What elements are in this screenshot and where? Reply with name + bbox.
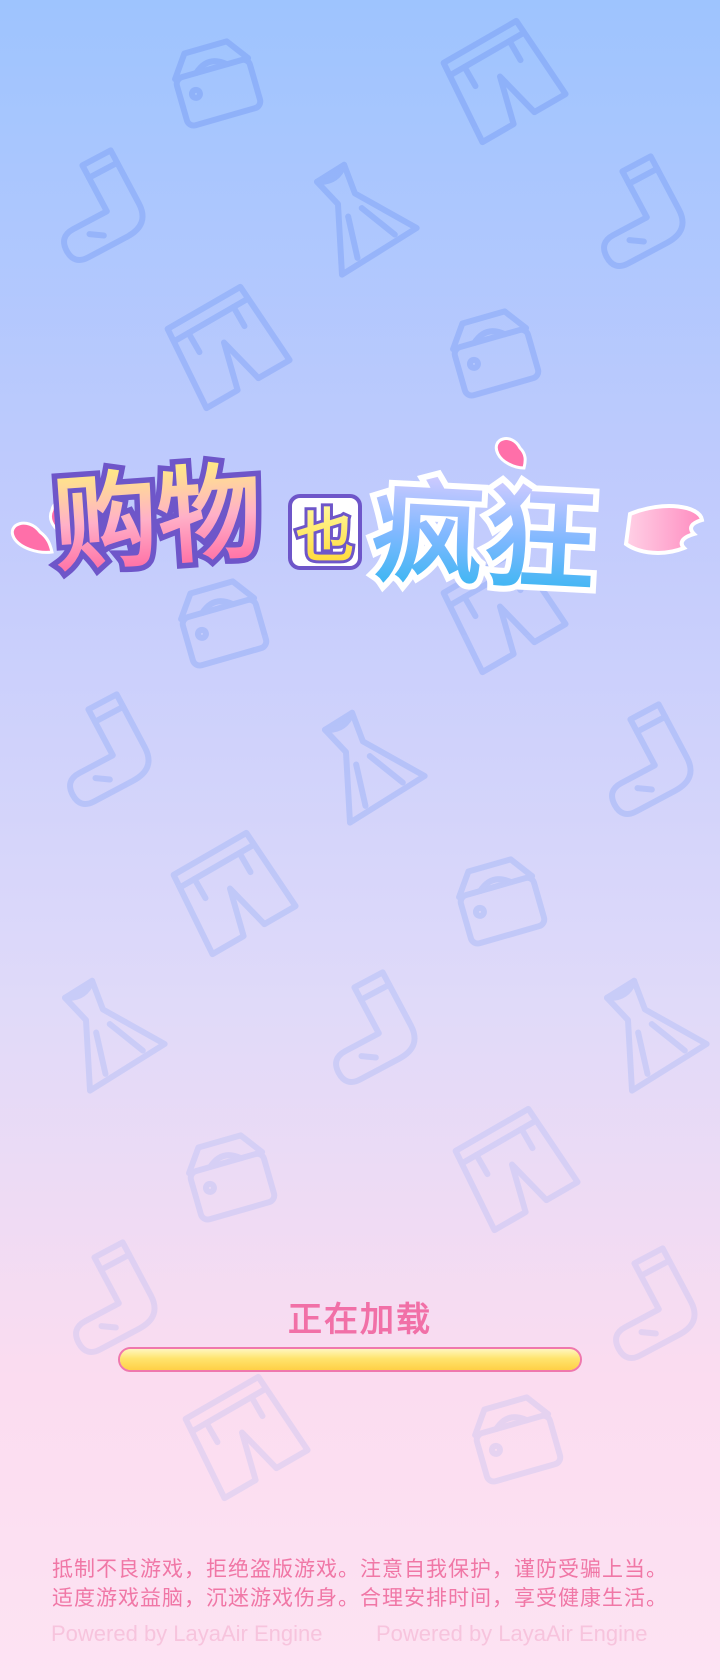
jeans-icon [180, 1374, 307, 1498]
loading-label: 正在加载 [288, 1300, 432, 1340]
powered-by-label: Powered by LayaAir Engine [51, 1621, 323, 1646]
handbag-icon [469, 1393, 562, 1483]
health-notice-line-1: 抵制不良游戏，拒绝盗版游戏。注意自我保护，谨防受骗上当。 [52, 1557, 668, 1581]
background-pattern [0, 0, 720, 1680]
wing-icon [623, 504, 705, 555]
jeans-icon [438, 18, 565, 142]
dress-icon [41, 966, 164, 1091]
sock-icon [575, 156, 690, 271]
heart-icon [494, 437, 527, 470]
loading-progress-bar [118, 1347, 582, 1372]
handbag-icon [453, 855, 546, 945]
sock-icon [41, 694, 156, 809]
heart-icon [10, 521, 54, 554]
game-logo: 购物 也 疯狂 [10, 437, 705, 615]
jeans-icon [450, 1106, 577, 1230]
jeans-icon [162, 284, 289, 408]
jeans-icon [168, 830, 295, 954]
loading-progress-fill [120, 1349, 580, 1370]
logo-text-part-3: 疯狂 [369, 467, 599, 609]
handbag-icon [183, 1131, 276, 1221]
handbag-icon [447, 307, 540, 397]
logo-text-part-1: 购物 [50, 451, 266, 587]
sock-icon [583, 704, 698, 819]
sock-icon [35, 150, 150, 265]
powered-by-label: Powered by LayaAir Engine [376, 1621, 648, 1646]
handbag-icon [169, 37, 262, 127]
health-notice-line-2: 适度游戏益脑，沉迷游戏伤身。合理安排时间，享受健康生活。 [52, 1586, 668, 1610]
dress-icon [583, 966, 706, 1091]
logo-text-part-2: 也 [296, 502, 354, 570]
sock-icon [307, 972, 422, 1087]
dress-icon [301, 698, 424, 823]
dress-icon [293, 150, 416, 275]
